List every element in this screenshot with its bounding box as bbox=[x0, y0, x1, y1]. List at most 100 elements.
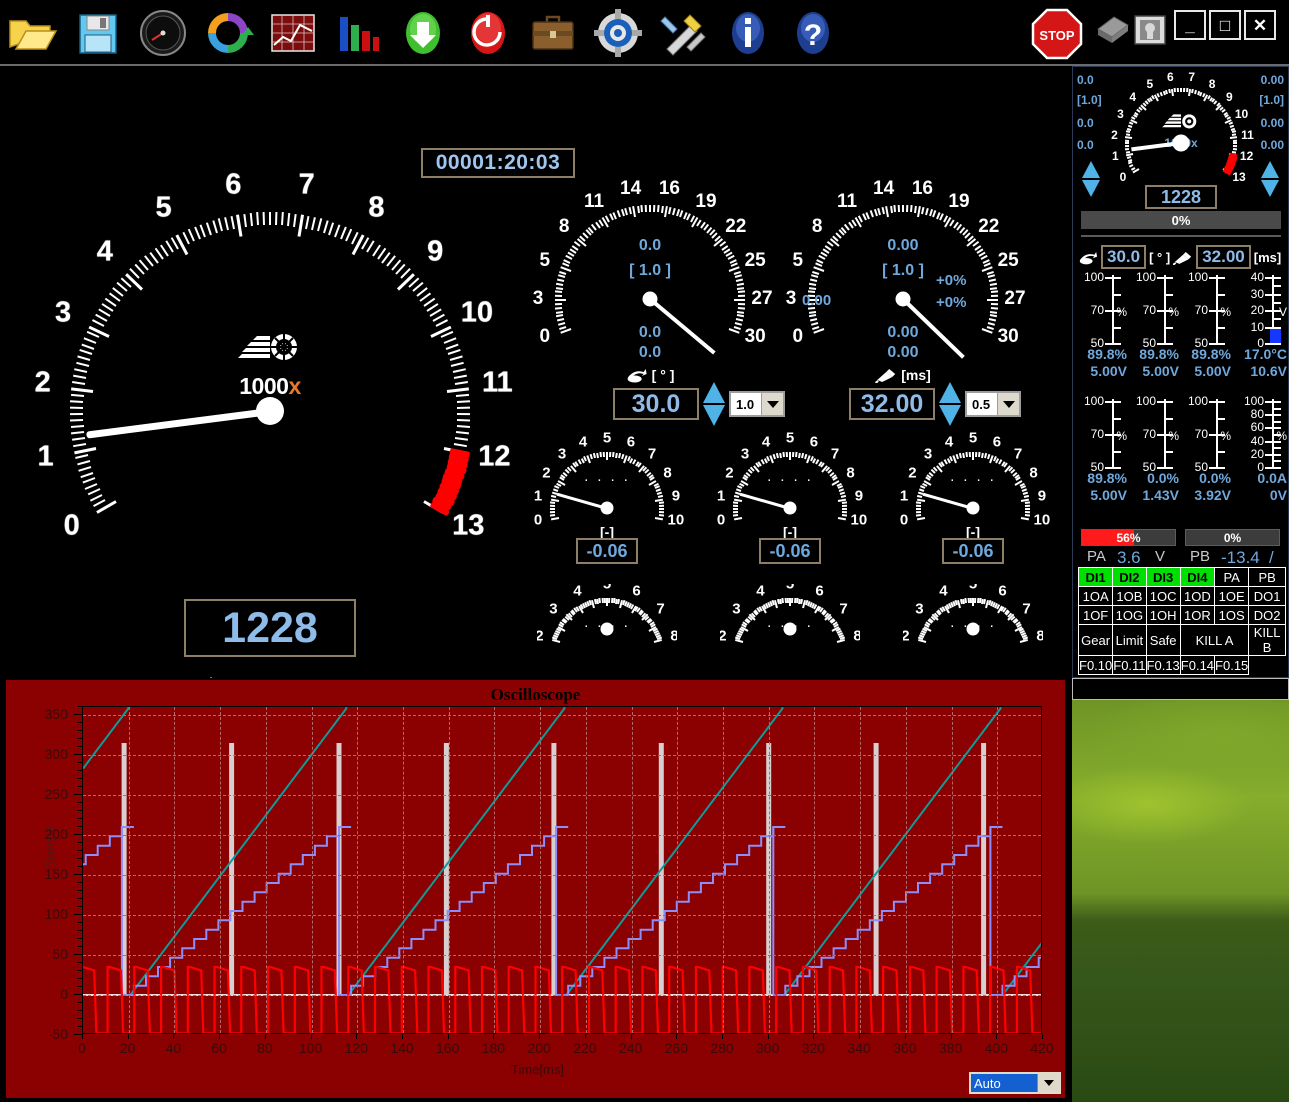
io-cell-1OH[interactable]: 1OH bbox=[1145, 605, 1181, 625]
meter-tps-5: 100 70 50% 0.0% 1.43V bbox=[1129, 394, 1179, 503]
sidebar-right-spinner[interactable] bbox=[1261, 161, 1279, 199]
oscilloscope-scale-combo[interactable]: Auto bbox=[969, 1072, 1061, 1094]
io-cell-DI4[interactable]: DI4 bbox=[1179, 567, 1216, 587]
io-cell-DI3[interactable]: DI3 bbox=[1145, 567, 1181, 587]
ignition-angle-value[interactable]: 30.0 bbox=[613, 388, 699, 420]
settings-gear-icon[interactable] bbox=[592, 7, 644, 59]
meter-tps-1-scale: 100 70 50% bbox=[1083, 270, 1127, 350]
meter-tps-2-unit: % bbox=[1168, 305, 1179, 319]
sidebar-left-spin-down[interactable] bbox=[1082, 180, 1100, 197]
io-cell-Limit[interactable]: Limit bbox=[1112, 624, 1147, 656]
close-button[interactable]: ✕ bbox=[1244, 10, 1276, 40]
minimize-button[interactable]: _ bbox=[1174, 10, 1206, 40]
meter-tps-1: 100 70 50% 89.8% 5.00V bbox=[1077, 270, 1127, 379]
meter-tps-5-unit: % bbox=[1168, 429, 1179, 443]
oscilloscope-plot[interactable] bbox=[82, 706, 1042, 1034]
io-cell-1OA[interactable]: 1OA bbox=[1077, 586, 1114, 606]
io-status-table: DI1 DI2 DI3 DI4 PA PB 1OA 1OB 1OC 1OD 1OE DO1 1OF 1OG… bbox=[1077, 567, 1286, 675]
io-cell-1OC[interactable]: 1OC bbox=[1145, 586, 1181, 606]
io-cell-Safe[interactable]: Safe bbox=[1145, 624, 1181, 656]
io-cell-1OB[interactable]: 1OB bbox=[1112, 586, 1147, 606]
ignition-angle-gauge[interactable]: 0 3 5 8 11 14 16 19 22 25 27 30 0.0 [ 1.0 ] 0.0 0.0… bbox=[533, 178, 773, 414]
chip-icon[interactable] bbox=[1094, 7, 1130, 59]
sidebar-right-spin-up[interactable] bbox=[1261, 161, 1279, 178]
burn-eeprom-icon[interactable] bbox=[1132, 7, 1168, 59]
ignition-angle-spinner[interactable] bbox=[703, 381, 725, 427]
injection-spin-up[interactable] bbox=[939, 382, 961, 403]
meter-tps-2-scale: 100 70 50% bbox=[1135, 270, 1179, 350]
save-file-icon[interactable] bbox=[72, 7, 124, 59]
sidebar-inj-value: 32.00 bbox=[1196, 245, 1251, 269]
chart-grid-icon[interactable] bbox=[267, 7, 319, 59]
io-cell-F0.11[interactable]: F0.11 bbox=[1112, 655, 1147, 675]
io-cell-1OE[interactable]: 1OE bbox=[1214, 586, 1250, 606]
sidebar-inj-unit: [ms] bbox=[1253, 249, 1282, 265]
io-cell-DO2[interactable]: DO2 bbox=[1248, 605, 1286, 625]
info-icon[interactable] bbox=[722, 7, 774, 59]
sidebar-setpoint-row: 30.0 [ ° ] 32.00 [ms] bbox=[1078, 244, 1286, 270]
io-cell-KILL-B[interactable]: KILL B bbox=[1248, 624, 1286, 656]
lambda-gauge-2[interactable]: 0 1 2 3 4 5 6 7 8 9 10 · · · · [-] -0.06 bbox=[717, 430, 867, 578]
download-icon[interactable] bbox=[397, 7, 449, 59]
pb-bar-text: 0% bbox=[1223, 530, 1242, 545]
sidebar-left-spinner[interactable] bbox=[1082, 161, 1100, 199]
io-cell-1OS[interactable]: 1OS bbox=[1214, 605, 1250, 625]
io-cell-1OG[interactable]: 1OG bbox=[1112, 605, 1147, 625]
chevron-down-icon[interactable] bbox=[761, 393, 783, 415]
meter-current-unit: % bbox=[1276, 429, 1287, 443]
maximize-button[interactable]: □ bbox=[1209, 10, 1241, 40]
injection-unit: [ms] bbox=[901, 367, 931, 383]
sidebar-left-spin-up[interactable] bbox=[1082, 161, 1100, 178]
meter-tps-6-volts: 3.92V bbox=[1194, 487, 1231, 503]
ignition-angle-spin-up[interactable] bbox=[703, 382, 725, 403]
tachometer-gauge[interactable]: 0 1 2 3 4 5 6 7 8 9 10 11 12 13 1000x 12… bbox=[25, 166, 515, 657]
lambda-gauge-3[interactable]: 0 1 2 3 4 5 6 7 8 9 10 · · · · [-] -0.06 bbox=[900, 430, 1050, 578]
injection-spin-down[interactable] bbox=[939, 405, 961, 426]
io-cell-Gear[interactable]: Gear bbox=[1077, 624, 1114, 656]
io-cell-F0.15[interactable]: F0.15 bbox=[1214, 655, 1250, 675]
io-cell-DO1[interactable]: DO1 bbox=[1248, 586, 1286, 606]
io-cell-KILL-A[interactable]: KILL A bbox=[1179, 624, 1250, 656]
reset-icon[interactable] bbox=[462, 7, 514, 59]
gauge-icon[interactable] bbox=[137, 7, 189, 59]
chevron-down-icon[interactable] bbox=[997, 393, 1019, 415]
chevron-down-icon[interactable] bbox=[1037, 1074, 1059, 1092]
io-cell-1OR[interactable]: 1OR bbox=[1179, 605, 1216, 625]
help-icon[interactable]: ? bbox=[787, 7, 839, 59]
mini-tachometer[interactable]: 012345678910111213 1000x 1228 bbox=[1111, 70, 1254, 213]
io-cell-DI1[interactable]: DI1 bbox=[1077, 567, 1114, 587]
io-cell-PB[interactable]: PB bbox=[1248, 567, 1286, 587]
io-cell-F0.13[interactable]: F0.13 bbox=[1145, 655, 1181, 675]
meter-temp-volts: 10.6V bbox=[1250, 363, 1287, 379]
ignition-angle-spin-down[interactable] bbox=[703, 405, 725, 426]
meter-tps-6: 100 70 50% 0.0% 3.92V bbox=[1181, 394, 1231, 503]
stop-button[interactable]: STOP bbox=[1030, 7, 1083, 60]
io-cell-PA[interactable]: PA bbox=[1214, 567, 1250, 587]
meter-tps-5-scale: 100 70 50% bbox=[1135, 394, 1179, 474]
injection-time-value[interactable]: 32.00 bbox=[849, 388, 935, 420]
io-cell-1OF[interactable]: 1OF bbox=[1077, 605, 1114, 625]
lambda-gauge-1[interactable]: 0 1 2 3 4 5 6 7 8 9 10 · · · · [-] -0.06 bbox=[534, 430, 684, 578]
refresh-cycle-icon[interactable] bbox=[202, 7, 254, 59]
io-cell-1OD[interactable]: 1OD bbox=[1179, 586, 1216, 606]
bar-chart-icon[interactable] bbox=[332, 7, 384, 59]
injection-step-combo[interactable]: 0.5 bbox=[965, 391, 1021, 417]
io-cell-F0.14[interactable]: F0.14 bbox=[1179, 655, 1216, 675]
io-cell-F0.10[interactable]: F0.10 bbox=[1077, 655, 1114, 675]
injection-spinner[interactable] bbox=[939, 381, 961, 427]
aux-gauge-3[interactable]: 2345678 · · · · bbox=[903, 584, 1043, 674]
pa-label: PA bbox=[1087, 548, 1106, 565]
aux-gauge-2[interactable]: 2345678 · · · · bbox=[720, 584, 860, 674]
briefcase-icon[interactable] bbox=[527, 7, 579, 59]
io-cell-DI2[interactable]: DI2 bbox=[1112, 567, 1147, 587]
ignition-angle-hub bbox=[642, 291, 658, 307]
aux-gauge-1-hub bbox=[600, 622, 614, 636]
meter-tps-1-volts: 5.00V bbox=[1090, 363, 1127, 379]
aux-gauge-1[interactable]: 2345678 · · · · bbox=[537, 584, 677, 674]
sidebar-right-spin-down[interactable] bbox=[1261, 180, 1279, 197]
injection-time-gauge[interactable]: 0 3 5 8 11 14 16 19 22 25 27 30 0.00 [ 1.0 ] 0.00 0… bbox=[786, 178, 1026, 414]
ignition-angle-step-combo[interactable]: 1.0 bbox=[729, 391, 785, 417]
sidebar-bottom-strip bbox=[1072, 678, 1289, 700]
open-file-icon[interactable] bbox=[6, 7, 58, 59]
tools-icon[interactable] bbox=[657, 7, 709, 59]
